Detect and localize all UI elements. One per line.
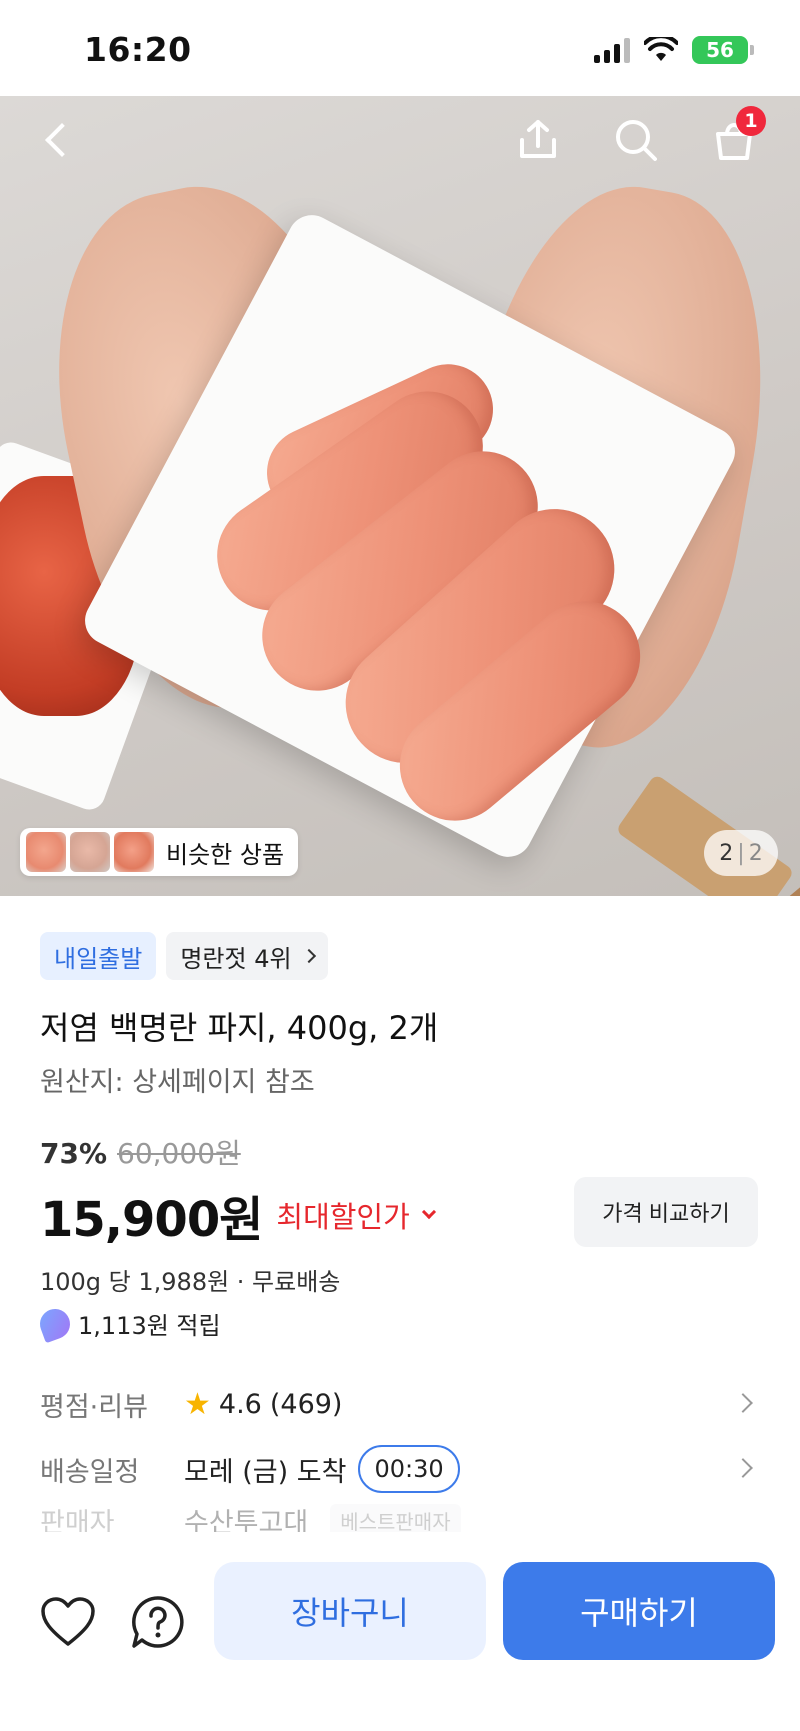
product-title: 저염 백명란 파지, 400g, 2개 — [40, 1009, 439, 1047]
price-compare-button[interactable]: 가격 비교하기 — [574, 1177, 758, 1247]
discount-percent: 73% — [40, 1137, 108, 1170]
cellular-signal-icon — [594, 37, 630, 63]
reward-points: 1,113원 적립 — [35, 1304, 221, 1343]
cart-count-badge: 1 — [736, 106, 766, 136]
status-bar: 16:20 56 — [0, 0, 800, 96]
wifi-icon — [644, 37, 678, 61]
battery-icon: 56 — [692, 36, 754, 64]
max-discount-label: 최대할인가 — [276, 1200, 410, 1234]
unit-price: 100g 당 1,988원 · 무료배송 — [40, 1268, 341, 1296]
rank-label: 명란젓 4위 — [180, 944, 292, 973]
delivery-label: 배송일정 — [40, 1456, 140, 1488]
similar-thumb — [114, 832, 154, 872]
product-image[interactable] — [0, 96, 800, 896]
product-origin: 원산지: 상세페이지 참조 — [40, 1067, 315, 1098]
total-pages: 2 — [748, 840, 763, 866]
review-count: (469) — [269, 1388, 343, 1420]
current-page: 2 — [719, 840, 734, 866]
points-label: 1,113원 적립 — [78, 1312, 221, 1340]
delivery-date: 모레 (금) 도착 — [184, 1456, 347, 1488]
image-page-indicator: 2 | 2 — [704, 830, 778, 876]
max-discount-toggle[interactable]: 최대할인가 — [276, 1194, 436, 1236]
rank-badge[interactable]: 명란젓 4위 — [166, 932, 328, 980]
search-icon — [616, 120, 657, 161]
chevron-right-icon — [733, 1393, 753, 1413]
share-icon — [520, 120, 556, 158]
original-price: 60,000원 — [117, 1137, 241, 1170]
points-icon — [35, 1304, 75, 1343]
rating-review-row[interactable]: 평점·리뷰 ★ 4.6 (469) — [40, 1374, 760, 1434]
delivery-countdown: 00:30 — [358, 1445, 460, 1493]
back-button[interactable] — [36, 118, 80, 162]
price-row: 15,900원 최대할인가 — [40, 1180, 436, 1250]
product-badges: 내일출발 명란젓 4위 — [40, 932, 328, 980]
discount-row: 73% 60,000원 — [40, 1132, 241, 1172]
add-to-cart-button[interactable]: 장바구니 — [214, 1562, 486, 1660]
chevron-down-icon — [421, 1204, 436, 1220]
delivery-schedule-row[interactable]: 배송일정 모레 (금) 도착 00:30 — [40, 1439, 760, 1499]
rating-value: 4.6 — [218, 1388, 262, 1420]
question-bubble-icon — [132, 1596, 184, 1648]
delivery-badge: 내일출발 — [40, 932, 157, 980]
similar-thumb — [26, 832, 66, 872]
bottom-action-bar: 장바구니 구매하기 — [0, 1532, 800, 1731]
chevron-right-icon — [301, 948, 316, 964]
buy-now-button[interactable]: 구매하기 — [503, 1562, 775, 1660]
battery-level: 56 — [706, 38, 734, 62]
status-time: 16:20 — [84, 30, 192, 69]
similar-products-button[interactable]: 비슷한 상품 — [20, 828, 299, 876]
status-icons: 56 — [594, 36, 754, 64]
wishlist-button[interactable] — [38, 1592, 98, 1652]
share-button[interactable] — [510, 112, 566, 168]
similar-products-label: 비슷한 상품 — [166, 840, 285, 869]
heart-icon — [41, 1597, 95, 1646]
cart-button[interactable]: 1 — [706, 106, 766, 168]
inquiry-button[interactable] — [128, 1592, 188, 1652]
search-button[interactable] — [608, 112, 664, 168]
sale-price: 15,900원 — [40, 1192, 263, 1248]
rating-label: 평점·리뷰 — [40, 1391, 148, 1423]
star-icon: ★ — [184, 1386, 211, 1422]
chevron-right-icon — [733, 1458, 753, 1478]
similar-thumb — [70, 832, 110, 872]
